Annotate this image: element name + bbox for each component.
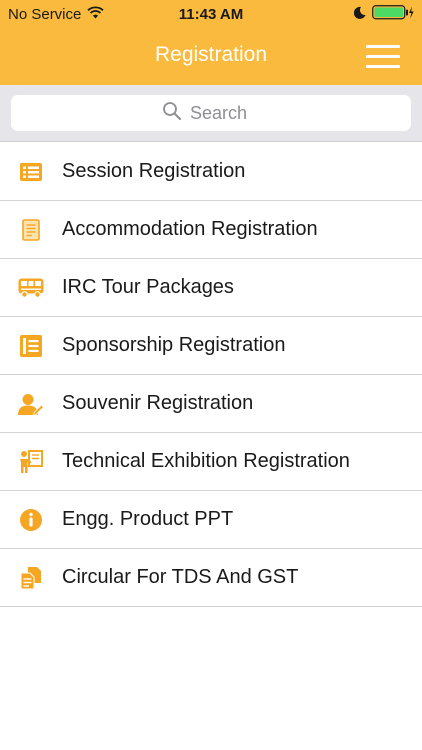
search-input[interactable] [190, 102, 260, 124]
list-item-engg-product-ppt[interactable]: Engg. Product PPT [0, 491, 422, 549]
list-icon [0, 162, 62, 181]
list-item-label: Engg. Product PPT [62, 508, 234, 530]
list-item-label: Circular For TDS And GST [62, 566, 299, 588]
status-right [353, 5, 414, 24]
status-bar: No Service 11:43 AM [0, 0, 422, 29]
menu-line [366, 45, 400, 48]
menu-line [366, 55, 400, 58]
search-bar [0, 85, 422, 142]
user-edit-icon [0, 393, 62, 415]
list-item-label: Technical Exhibition Registration [62, 450, 350, 472]
list-item-label: Sponsorship Registration [62, 334, 286, 356]
page-title: Registration [154, 43, 268, 66]
menu-line [366, 65, 400, 68]
notepad-icon [0, 334, 62, 357]
battery-icon [372, 5, 414, 24]
list-item-accommodation-registration[interactable]: Accommodation Registration [0, 201, 422, 259]
registration-list: Session Registration Accommodation Regis… [0, 143, 422, 607]
list-item-circular-for-tds-and-gst[interactable]: Circular For TDS And GST [0, 549, 422, 607]
document-icon [0, 218, 62, 241]
moon-icon [353, 6, 366, 23]
list-item-label: IRC Tour Packages [62, 276, 234, 298]
navigation-bar: Registration [0, 29, 422, 85]
search-field[interactable] [11, 95, 411, 131]
list-item-session-registration[interactable]: Session Registration [0, 143, 422, 201]
presenter-icon [0, 449, 62, 474]
hamburger-menu-button[interactable] [366, 45, 400, 69]
list-item-souvenir-registration[interactable]: Souvenir Registration [0, 375, 422, 433]
list-item-label: Accommodation Registration [62, 218, 318, 240]
list-item-sponsorship-registration[interactable]: Sponsorship Registration [0, 317, 422, 375]
list-item-technical-exhibition-registration[interactable]: Technical Exhibition Registration [0, 433, 422, 491]
search-icon [162, 101, 182, 126]
list-item-irc-tour-packages[interactable]: IRC Tour Packages [0, 259, 422, 317]
list-item-label: Session Registration [62, 160, 246, 182]
info-icon [0, 508, 62, 531]
bus-icon [0, 278, 62, 298]
documents-icon [0, 566, 62, 590]
list-item-label: Souvenir Registration [62, 392, 254, 414]
